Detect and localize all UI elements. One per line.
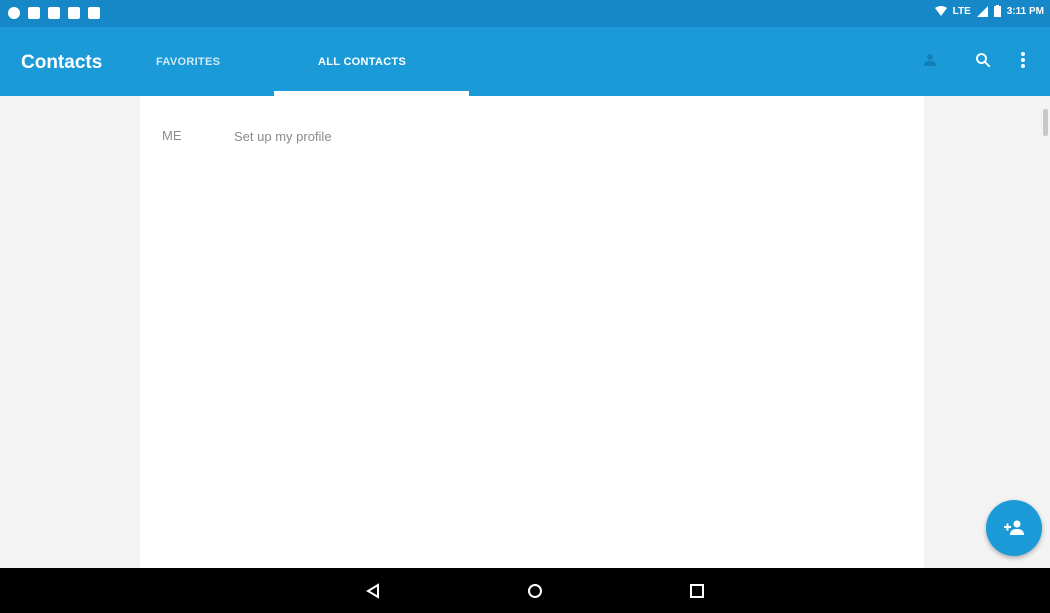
mail-icon	[48, 7, 60, 19]
clock: 3:11 PM	[1006, 5, 1044, 17]
tab-favorites[interactable]: FAVORITES	[156, 56, 220, 68]
status-notifications	[8, 7, 100, 19]
scrollbar[interactable]	[1043, 109, 1048, 136]
status-bar: LTE 3:11 PM	[0, 0, 1050, 27]
person-icon[interactable]	[918, 48, 942, 72]
recents-icon[interactable]	[686, 580, 708, 602]
navigation-bar	[0, 568, 1050, 613]
network-type-label: LTE	[952, 5, 971, 17]
notification-icon	[8, 7, 20, 19]
home-icon[interactable]	[524, 580, 546, 602]
add-contact-button[interactable]	[986, 500, 1042, 556]
sd-card-icon	[88, 7, 100, 19]
person-add-icon	[1004, 520, 1024, 535]
more-vert-icon[interactable]	[1011, 48, 1035, 72]
signal-icon	[976, 5, 988, 17]
me-label: ME	[162, 128, 182, 143]
back-icon[interactable]	[362, 580, 384, 602]
search-icon[interactable]	[971, 48, 995, 72]
battery-icon	[993, 5, 1001, 17]
wifi-icon	[934, 6, 947, 16]
media-icon	[68, 7, 80, 19]
app-bar: Contacts FAVORITES ALL CONTACTS	[0, 27, 1050, 96]
contacts-list: ME Set up my profile	[140, 96, 924, 568]
status-system: LTE 3:11 PM	[934, 5, 1044, 17]
set-up-profile-item[interactable]: Set up my profile	[234, 129, 332, 144]
app-title: Contacts	[21, 52, 103, 73]
mail-icon	[28, 7, 40, 19]
tab-all-contacts[interactable]: ALL CONTACTS	[318, 56, 406, 68]
